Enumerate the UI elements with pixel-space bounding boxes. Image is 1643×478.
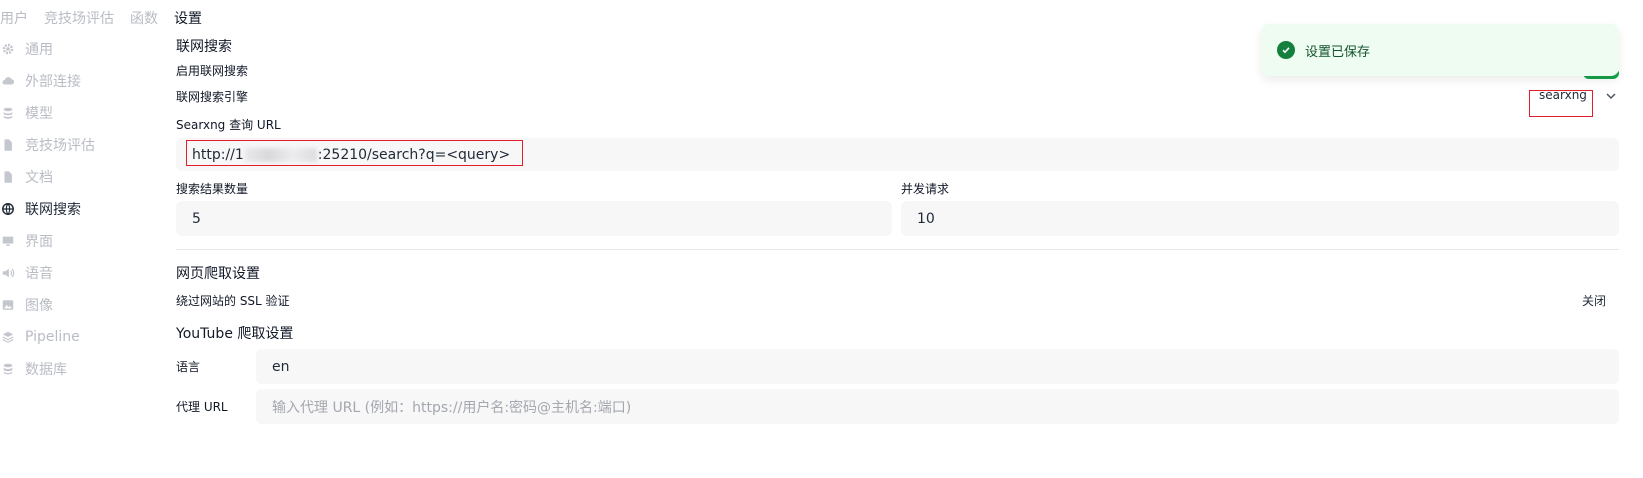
youtube-language-label: 语言	[176, 360, 201, 374]
sidebar-item-models[interactable]: 模型	[0, 97, 165, 129]
monitor-icon	[0, 233, 16, 249]
sidebar-item-label: Pipeline	[25, 329, 80, 345]
youtube-language-input[interactable]: en	[256, 349, 1619, 384]
settings-sidebar: 通用 外部连接 模型 竞技场评估 文档 联网搜索 界面 语音 图像 Pipeli…	[0, 33, 165, 385]
sidebar-item-pipeline[interactable]: Pipeline	[0, 321, 165, 353]
chevron-down-icon[interactable]	[1604, 88, 1618, 107]
globe-icon	[0, 201, 16, 217]
sidebar-item-interface[interactable]: 界面	[0, 225, 165, 257]
sidebar-item-label: 联网搜索	[25, 202, 81, 218]
cloud-icon	[0, 73, 16, 89]
concurrent-requests-label: 并发请求	[901, 182, 950, 196]
check-circle-icon	[1277, 41, 1295, 59]
section-title-youtube: YouTube 爬取设置	[176, 326, 294, 342]
query-url-label: Searxng 查询 URL	[176, 118, 281, 132]
sidebar-item-label: 竞技场评估	[25, 138, 95, 154]
sidebar-item-label: 模型	[25, 106, 53, 122]
sidebar-item-label: 文档	[25, 170, 53, 186]
sidebar-item-general[interactable]: 通用	[0, 33, 165, 65]
tab-users[interactable]: 用户	[0, 8, 28, 28]
sidebar-item-web-search[interactable]: 联网搜索	[0, 193, 165, 225]
sidebar-item-label: 界面	[25, 234, 53, 250]
concurrent-requests-input[interactable]: 10	[901, 201, 1619, 236]
enable-web-search-label: 启用联网搜索	[176, 64, 249, 78]
sidebar-item-label: 语音	[25, 266, 53, 282]
speaker-icon	[0, 265, 16, 281]
sidebar-item-label: 外部连接	[25, 74, 81, 90]
sidebar-item-label: 数据库	[25, 362, 67, 378]
search-engine-label: 联网搜索引擎	[176, 90, 249, 104]
tab-arena[interactable]: 竞技场评估	[44, 8, 114, 28]
result-count-label: 搜索结果数量	[176, 182, 249, 196]
sidebar-item-label: 通用	[25, 42, 53, 58]
sidebar-item-documents[interactable]: 文档	[0, 161, 165, 193]
ssl-bypass-label: 绕过网站的 SSL 验证	[176, 294, 290, 308]
highlight-box	[1529, 90, 1593, 117]
proxy-url-label: 代理 URL	[176, 400, 228, 414]
sidebar-item-images[interactable]: 图像	[0, 289, 165, 321]
toast-message: 设置已保存	[1305, 44, 1371, 60]
success-toast: 设置已保存	[1261, 24, 1619, 76]
database-icon	[0, 361, 16, 377]
document-icon	[0, 137, 16, 153]
ssl-bypass-toggle[interactable]: 关闭	[1582, 292, 1606, 309]
layers-icon	[0, 329, 16, 345]
section-title-crawl: 网页爬取设置	[176, 266, 260, 282]
highlight-box	[186, 140, 523, 166]
section-title-web-search: 联网搜索	[176, 39, 232, 55]
tab-functions[interactable]: 函数	[130, 8, 158, 28]
image-icon	[0, 297, 16, 313]
document-icon	[0, 169, 16, 185]
result-count-input[interactable]: 5	[176, 201, 892, 236]
divider	[176, 249, 1619, 250]
proxy-url-input[interactable]: 输入代理 URL (例如：https://用户名:密码@主机名:端口)	[256, 389, 1619, 424]
sidebar-item-label: 图像	[25, 298, 53, 314]
sidebar-item-connections[interactable]: 外部连接	[0, 65, 165, 97]
cube-stack-icon	[0, 105, 16, 121]
gear-icon	[0, 41, 16, 57]
sidebar-item-database[interactable]: 数据库	[0, 353, 165, 385]
sidebar-item-arena[interactable]: 竞技场评估	[0, 129, 165, 161]
sidebar-item-audio[interactable]: 语音	[0, 257, 165, 289]
